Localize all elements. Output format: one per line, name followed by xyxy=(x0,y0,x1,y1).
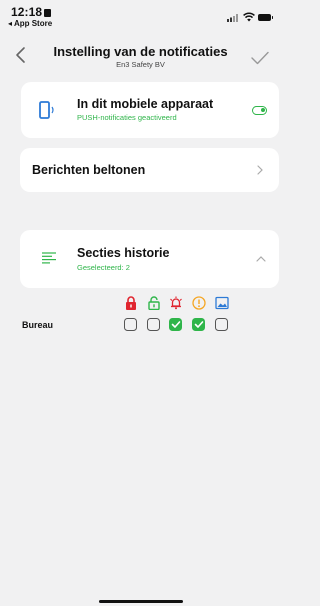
wifi-icon xyxy=(243,12,255,22)
lock-open-icon xyxy=(148,296,160,310)
home-indicator[interactable] xyxy=(99,600,183,603)
checkbox-alarm[interactable] xyxy=(169,318,182,331)
back-to-app-store-link[interactable]: ◂ App Store xyxy=(8,19,52,28)
focus-icon xyxy=(44,9,52,17)
phone-vibrate-icon xyxy=(39,101,54,119)
history-sections-card[interactable]: Secties historie Geselecteerd: 2 xyxy=(20,230,279,288)
image-icon xyxy=(215,296,229,310)
signal-icon xyxy=(227,14,238,22)
checkbox-lock-closed[interactable] xyxy=(124,318,137,331)
back-chevron-icon[interactable] xyxy=(14,46,28,64)
chevron-right-icon xyxy=(257,165,263,175)
status-icons xyxy=(227,12,273,24)
confirm-check-icon[interactable] xyxy=(250,50,270,66)
page-subtitle: En3 Safety BV xyxy=(116,60,165,69)
warning-circle-icon xyxy=(192,296,206,310)
lock-closed-icon xyxy=(126,296,136,310)
list-lines-icon xyxy=(42,252,56,264)
checkmark-icon xyxy=(194,321,204,328)
checkbox-warning[interactable] xyxy=(192,318,205,331)
grid-row-label: Bureau xyxy=(22,320,54,330)
device-card-status: PUSH-notificaties geactiveerd xyxy=(77,113,177,122)
push-toggle[interactable] xyxy=(252,106,267,115)
status-time-text: 12:18 xyxy=(11,5,43,19)
history-selected-count: Geselecteerd: 2 xyxy=(77,263,130,272)
status-bar: 12:18 ◂ App Store xyxy=(0,0,281,34)
device-notifications-card[interactable]: In dit mobiele apparaat PUSH-notificatie… xyxy=(21,82,279,138)
ringtones-label: Berichten beltonen xyxy=(32,163,146,177)
device-card-title: In dit mobiele apparaat xyxy=(77,97,214,111)
battery-icon xyxy=(258,14,273,21)
alarm-bell-icon xyxy=(170,296,182,310)
history-category-grid: Bureau xyxy=(0,288,281,340)
checkmark-icon xyxy=(171,321,181,328)
checkbox-lock-open[interactable] xyxy=(147,318,160,331)
chevron-up-icon[interactable] xyxy=(256,255,266,263)
status-time: 12:18 xyxy=(11,5,52,19)
nav-bar: Instelling van de notificaties En3 Safet… xyxy=(0,38,281,74)
ringtones-row[interactable]: Berichten beltonen xyxy=(20,148,279,192)
page-title: Instelling van de notificaties xyxy=(53,44,228,59)
history-title: Secties historie xyxy=(77,246,170,260)
checkbox-image[interactable] xyxy=(215,318,228,331)
